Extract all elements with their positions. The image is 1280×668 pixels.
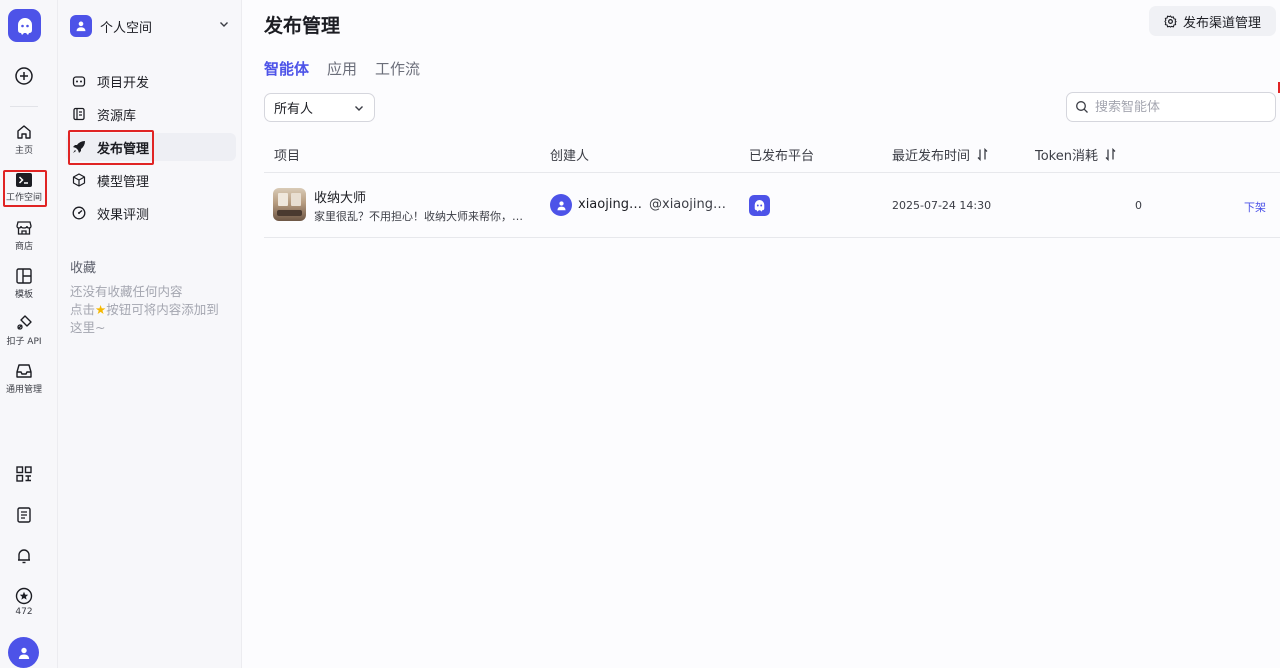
library-icon: [70, 105, 88, 123]
gauge-icon: [70, 204, 88, 222]
agent-thumbnail: [273, 188, 306, 221]
sidebar-item-publish-management[interactable]: 发布管理: [66, 133, 236, 161]
gear-icon: [1164, 14, 1177, 28]
publish-channel-management-label: 发布渠道管理: [1182, 15, 1261, 31]
favorites-empty-line: 还没有收藏任何内容: [70, 284, 183, 299]
creator-name: xiaojingxiaojing: [578, 197, 642, 212]
rail-item-label: 商店: [14, 242, 33, 252]
star-circle-icon: [15, 587, 33, 605]
agent-search-box[interactable]: [1066, 92, 1276, 122]
favorites-empty-text: 还没有收藏任何内容 点击★按钮可将内容添加到 这里~: [70, 283, 234, 337]
space-switcher[interactable]: 个人空间: [70, 14, 230, 38]
robot-icon: [70, 72, 88, 90]
rail-item-label: 模板: [14, 290, 33, 300]
cube-icon: [70, 171, 88, 189]
creator-handle: @xiaojingaxiaojing: [649, 197, 731, 212]
agent-description: 家里很乱？不用担心！收纳大师来帮你，为你提供专业的收纳建议: [314, 210, 529, 223]
table-header-divider: [264, 172, 1280, 173]
favorites-title: 收藏: [70, 261, 97, 276]
tab-agents[interactable]: 智能体: [264, 58, 309, 82]
sidebar-item-label: 模型管理: [97, 174, 150, 190]
sidebar-item-label: 发布管理: [97, 141, 150, 157]
favorites-empty-line: 点击★按钮可将内容添加到: [70, 302, 219, 317]
user-icon: [18, 647, 29, 659]
sidebar-item-resources[interactable]: 资源库: [66, 100, 236, 128]
publish-channel-management-button[interactable]: 发布渠道管理: [1149, 6, 1276, 36]
rail-item-general-admin[interactable]: 通用管理: [0, 362, 48, 395]
rocket-icon: [70, 138, 88, 156]
rail-divider: [10, 106, 38, 107]
rail-item-home[interactable]: 主页: [0, 123, 48, 156]
sidebar-item-label: 资源库: [97, 108, 137, 124]
plus-circle-icon: [15, 67, 33, 85]
favorites-empty-line: 这里~: [70, 320, 106, 335]
last-publish-time: 2025-07-24 14:30: [892, 199, 992, 212]
rail-item-store[interactable]: 商店: [0, 219, 48, 252]
api-plug-icon: [17, 315, 32, 330]
user-icon: [76, 21, 86, 32]
chevron-down-icon: [220, 22, 228, 27]
inbox-icon: [16, 364, 32, 378]
agent-name[interactable]: 收纳大师: [314, 187, 366, 206]
left-rail: 主页 工作空间 商店 模板 扣子 API 通用管理 472: [0, 0, 58, 668]
bell-icon: [18, 549, 30, 564]
template-icon: [16, 268, 32, 284]
rail-item-templates[interactable]: 模板: [0, 267, 48, 300]
content-tabs: 智能体 应用 工作流: [264, 58, 438, 82]
column-header-last-publish[interactable]: 最近发布时间: [892, 145, 989, 164]
main-content: 发布管理 发布渠道管理 智能体 应用 工作流 所有人 项目 创建人 已发布平台 …: [242, 0, 1280, 668]
rail-item-label: 通用管理: [5, 385, 42, 395]
home-icon: [17, 125, 31, 139]
space-name: 个人空间: [100, 20, 153, 36]
coze-platform-icon: [749, 195, 770, 216]
sidebar-item-project-dev[interactable]: 项目开发: [66, 67, 236, 95]
unlist-button[interactable]: 下架: [1244, 199, 1266, 215]
sort-icon: [1105, 148, 1116, 161]
favorites-count: 472: [15, 607, 33, 617]
agent-search-input[interactable]: [1095, 99, 1265, 115]
table-row-divider: [264, 237, 1280, 238]
rail-favorites-button[interactable]: 472: [0, 587, 48, 617]
user-icon: [556, 200, 566, 210]
page-title: 发布管理: [264, 15, 341, 37]
rail-apps-button[interactable]: [0, 465, 48, 483]
space-avatar: [70, 15, 92, 37]
apps-grid-icon: [16, 466, 32, 482]
sidebar-item-model-management[interactable]: 模型管理: [66, 166, 236, 194]
sort-icon: [977, 148, 988, 161]
create-button[interactable]: [0, 66, 48, 86]
rail-item-label: 扣子 API: [6, 337, 42, 347]
tab-workflows[interactable]: 工作流: [375, 58, 420, 82]
chevron-down-icon: [355, 106, 363, 111]
owner-filter-select[interactable]: 所有人: [264, 93, 375, 122]
coze-logo-icon[interactable]: [8, 9, 41, 42]
sidebar-item-evaluation[interactable]: 效果评测: [66, 199, 236, 227]
creator-avatar: [550, 194, 572, 216]
search-icon: [1076, 101, 1088, 113]
rail-docs-button[interactable]: [0, 506, 48, 524]
tab-apps[interactable]: 应用: [327, 58, 357, 82]
column-header-platform: 已发布平台: [749, 149, 815, 164]
rail-notifications-button[interactable]: [0, 547, 48, 565]
sidebar-item-label: 效果评测: [97, 207, 150, 223]
store-icon: [16, 221, 32, 235]
owner-filter-value: 所有人: [274, 102, 314, 117]
sidebar-item-label: 项目开发: [97, 75, 150, 91]
star-icon: ★: [95, 302, 107, 317]
rail-item-api[interactable]: 扣子 API: [0, 314, 48, 347]
workspace-highlight-outline: [3, 170, 47, 207]
document-icon: [17, 507, 31, 523]
column-header-creator: 创建人: [550, 149, 590, 164]
column-header-token[interactable]: Token消耗: [1035, 145, 1117, 164]
column-header-project: 项目: [274, 149, 301, 164]
token-usage: 0: [1135, 199, 1142, 212]
user-avatar[interactable]: [8, 637, 39, 668]
rail-item-label: 主页: [14, 146, 33, 156]
